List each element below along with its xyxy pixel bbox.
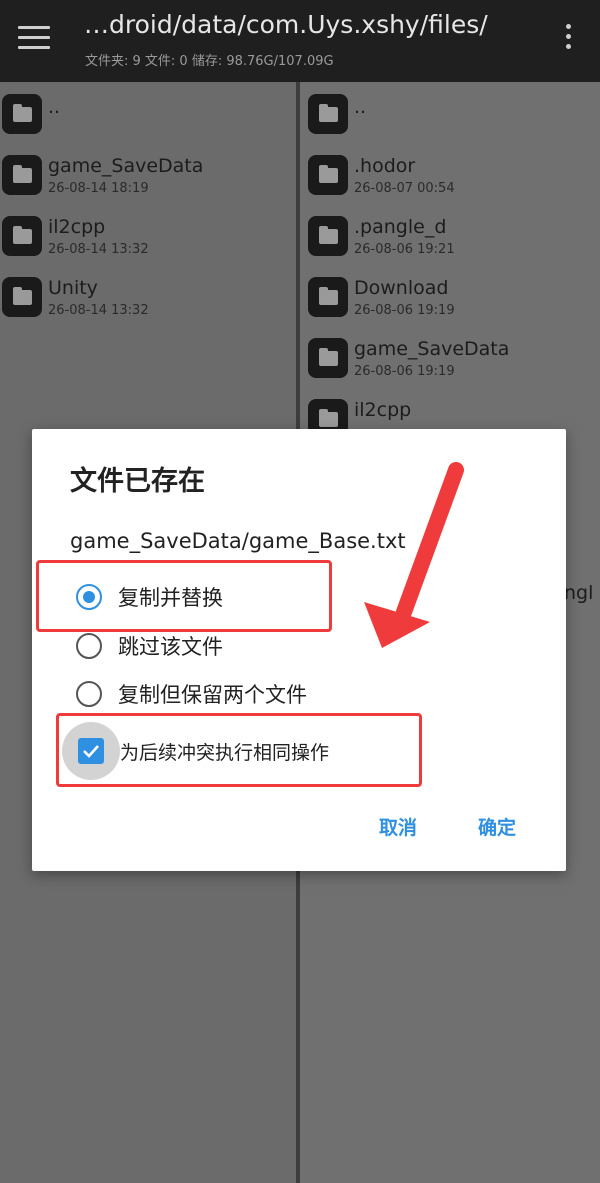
item-date: 26-08-06 19:21 bbox=[354, 242, 455, 257]
file-exists-dialog: 文件已存在 game_SaveData/game_Base.txt 复制并替换 … bbox=[32, 429, 566, 871]
item-date: 26-08-06 19:19 bbox=[354, 364, 455, 379]
ok-button[interactable]: 确定 bbox=[478, 813, 516, 840]
item-name: .pangle_d bbox=[354, 216, 447, 238]
option-label: 复制但保留两个文件 bbox=[118, 683, 307, 707]
folder-icon bbox=[2, 216, 42, 256]
item-name: Unity bbox=[48, 277, 98, 299]
option-skip-file[interactable]: 跳过该文件 bbox=[76, 630, 316, 666]
item-name: game_SaveData bbox=[48, 155, 204, 177]
radio-unselected-icon[interactable] bbox=[76, 633, 102, 659]
list-item[interactable]: game_SaveData 26-08-06 19:19 bbox=[306, 334, 596, 390]
folder-icon bbox=[2, 155, 42, 195]
radio-unselected-icon[interactable] bbox=[76, 681, 102, 707]
folder-icon bbox=[308, 216, 348, 256]
folder-icon bbox=[308, 277, 348, 317]
option-keep-both[interactable]: 复制但保留两个文件 bbox=[76, 678, 396, 714]
annotation-highlight-box bbox=[36, 560, 332, 632]
annotation-arrow-icon bbox=[364, 462, 464, 648]
hamburger-menu-icon[interactable] bbox=[18, 26, 50, 52]
folder-icon bbox=[2, 277, 42, 317]
item-name: .. bbox=[354, 96, 367, 118]
cancel-button[interactable]: 取消 bbox=[379, 813, 417, 840]
folder-icon bbox=[308, 338, 348, 378]
item-date: 26-08-07 00:54 bbox=[354, 181, 455, 196]
folder-icon bbox=[308, 94, 348, 134]
more-options-icon[interactable] bbox=[560, 24, 576, 56]
list-item-parent[interactable]: .. bbox=[0, 90, 296, 146]
item-date: 26-08-06 19:19 bbox=[354, 303, 455, 318]
item-date: 26-08-14 18:19 bbox=[48, 181, 149, 196]
item-name: .. bbox=[48, 96, 61, 118]
list-item[interactable]: .pangle_d 26-08-06 19:21 bbox=[306, 212, 596, 268]
list-item[interactable]: .hodor 26-08-07 00:54 bbox=[306, 151, 596, 207]
folder-icon bbox=[308, 155, 348, 195]
list-item-parent[interactable]: .. bbox=[306, 90, 596, 146]
item-date: 26-08-14 13:32 bbox=[48, 303, 149, 318]
folder-icon bbox=[2, 94, 42, 134]
item-name: il2cpp bbox=[48, 216, 106, 238]
annotation-highlight-box bbox=[56, 713, 422, 787]
dialog-title: 文件已存在 bbox=[70, 466, 205, 497]
item-name: Download bbox=[354, 277, 449, 299]
item-date: 26-08-14 13:32 bbox=[48, 242, 149, 257]
conflict-file-path: game_SaveData/game_Base.txt bbox=[70, 529, 406, 553]
partial-item-text: ngl bbox=[564, 582, 594, 604]
list-item[interactable]: Unity 26-08-14 13:32 bbox=[0, 273, 296, 329]
list-item[interactable]: il2cpp 26-08-14 13:32 bbox=[0, 212, 296, 268]
item-name: game_SaveData bbox=[354, 338, 510, 360]
item-name: il2cpp bbox=[354, 399, 412, 421]
list-item[interactable]: game_SaveData 26-08-14 18:19 bbox=[0, 151, 296, 207]
option-label: 跳过该文件 bbox=[118, 635, 223, 659]
item-name: .hodor bbox=[354, 155, 416, 177]
storage-stats: 文件夹: 9 文件: 0 储存: 98.76G/107.09G bbox=[85, 54, 334, 69]
current-path: …droid/data/com.Uys.xshy/files/ bbox=[84, 10, 488, 39]
list-item[interactable]: Download 26-08-06 19:19 bbox=[306, 273, 596, 329]
app-bar: …droid/data/com.Uys.xshy/files/ 文件夹: 9 文… bbox=[0, 0, 600, 82]
